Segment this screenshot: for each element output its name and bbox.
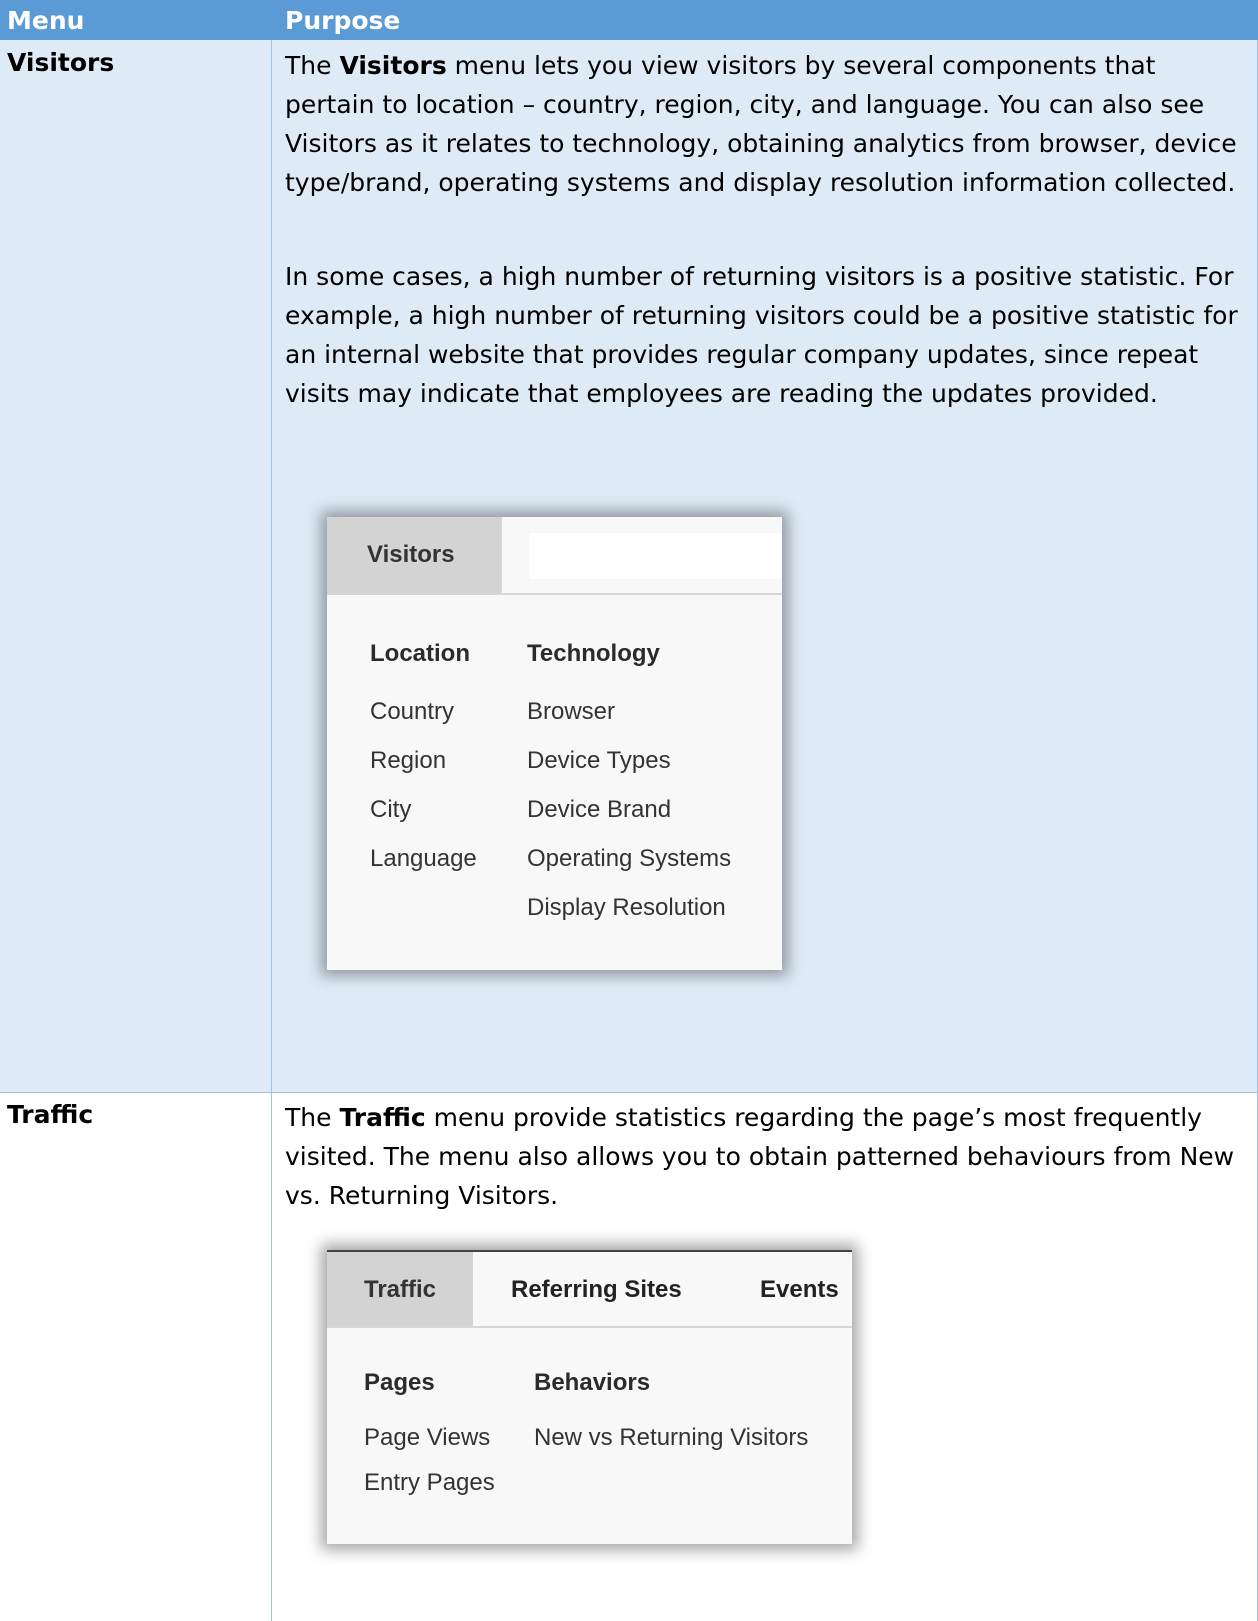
item-city: City: [370, 796, 412, 823]
column-heading-technology: Technology: [527, 640, 660, 667]
item-device-brand: Device Brand: [527, 796, 672, 823]
tab-traffic: Traffic: [327, 1252, 473, 1326]
table-row-visitors: Visitors The Visitors menu lets you view…: [0, 40, 1258, 1093]
menu-name-traffic: Traffic: [7, 1100, 94, 1129]
item-device-types: Device Types: [527, 747, 671, 774]
item-language: Language: [370, 845, 477, 872]
item-country: Country: [370, 698, 455, 725]
menu-name-visitors: Visitors: [7, 48, 115, 77]
item-new-vs-returning: New vs Returning Visitors: [534, 1424, 809, 1451]
search-box: [529, 533, 782, 579]
table-header-row: Menu Purpose: [0, 0, 1258, 40]
menu-purpose-table: Menu Purpose Visitors The Visitors menu …: [0, 0, 1258, 1621]
item-display-resolution: Display Resolution: [527, 894, 726, 921]
item-browser: Browser: [527, 698, 616, 725]
item-entry-pages: Entry Pages: [364, 1469, 495, 1496]
header-menu: Menu: [7, 6, 85, 35]
column-heading-location: Location: [370, 640, 470, 667]
item-page-views: Page Views: [364, 1424, 491, 1451]
item-operating-systems: Operating Systems: [527, 845, 732, 872]
column-heading-behaviors: Behaviors: [534, 1369, 651, 1396]
tab-referring-sites: Referring Sites: [511, 1276, 682, 1303]
visitors-menu-screenshot: Visitors Location Country Region City La…: [327, 517, 782, 970]
column-heading-pages: Pages: [364, 1369, 435, 1396]
item-region: Region: [370, 747, 447, 774]
traffic-tab-bar: Traffic Referring Sites Events: [327, 1252, 852, 1328]
visitors-tab-bar: Visitors: [327, 517, 782, 595]
tab-events: Events: [760, 1276, 839, 1303]
header-purpose: Purpose: [285, 6, 401, 35]
table-row-traffic: Traffic The Traffic menu provide statist…: [0, 1093, 1258, 1621]
traffic-paragraph-1: The Traffic menu provide statistics rega…: [285, 1103, 1235, 1210]
visitors-paragraph-1: The Visitors menu lets you view visitors…: [285, 51, 1237, 197]
traffic-menu-screenshot: Traffic Referring Sites Events Pages Pag…: [327, 1250, 852, 1544]
tab-visitors: Visitors: [327, 517, 502, 593]
visitors-paragraph-2: In some cases, a high number of returnin…: [285, 262, 1238, 408]
column-divider: [271, 40, 272, 1621]
